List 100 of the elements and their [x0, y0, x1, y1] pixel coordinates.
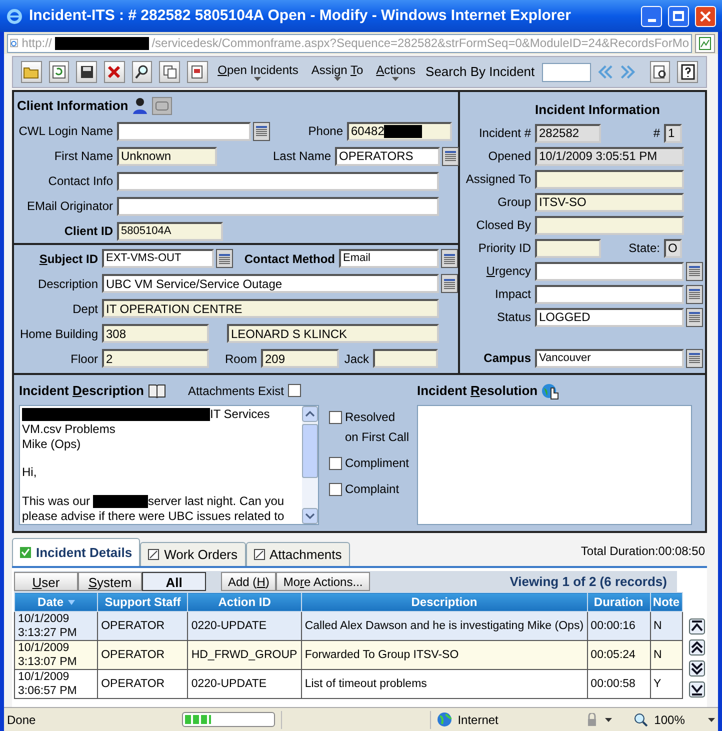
preview-icon[interactable]	[650, 61, 670, 83]
minimize-button[interactable]	[641, 6, 662, 26]
text-line: Hi,	[22, 465, 38, 480]
help-icon[interactable]	[677, 61, 698, 83]
action-button[interactable]: Add (H)	[221, 572, 276, 591]
save-icon[interactable]	[76, 61, 97, 83]
copy-icon[interactable]	[159, 61, 180, 83]
table-row[interactable]: 10/1/2009 3:06:57 PM OPERATOR 0220-UPDATE List of timeout problems 00:00:58 Y	[14, 670, 682, 698]
text-field[interactable]: IT OPERATION CENTRE	[102, 299, 439, 318]
menu-button[interactable]: Open Incidents	[214, 63, 302, 81]
checkbox[interactable]	[329, 457, 342, 470]
text-field[interactable]: ITSV-SO	[535, 192, 684, 212]
text-field[interactable]	[117, 172, 439, 190]
text-field[interactable]: Email	[339, 249, 439, 268]
lookup-button[interactable]	[442, 146, 459, 166]
text-field[interactable]: OPERATORS	[335, 146, 440, 166]
text-field[interactable]: 60482	[347, 122, 452, 140]
document-icon[interactable]	[186, 61, 208, 83]
text-line: please advise if there were UBC issues related to	[22, 508, 286, 524]
book-icon[interactable]	[148, 383, 166, 398]
lookup-button[interactable]	[253, 122, 270, 140]
text-field[interactable]	[373, 349, 438, 368]
text-field[interactable]	[117, 196, 439, 216]
globe-hand-icon[interactable]	[540, 382, 561, 400]
text-field[interactable]: 5805104A	[117, 222, 223, 240]
caret-icon	[254, 77, 262, 81]
last-page-icon[interactable]	[689, 681, 705, 698]
delete-icon[interactable]	[104, 61, 125, 83]
lookup-button[interactable]	[441, 274, 458, 293]
refresh-icon[interactable]	[48, 61, 70, 83]
person-icon[interactable]	[131, 96, 150, 115]
table-cell: 00:00:58	[587, 670, 650, 698]
folder-icon[interactable]	[21, 61, 42, 83]
text-field[interactable]: Vancouver	[535, 348, 684, 368]
column-header[interactable]: Support Staff	[98, 592, 188, 612]
action-button[interactable]: More Actions...	[276, 572, 370, 591]
text-field[interactable]: 10/1/2009 3:05:51 PM	[535, 146, 684, 166]
tab[interactable]: Incident Details	[12, 538, 140, 566]
text-field[interactable]: 209	[261, 349, 339, 368]
first-page-icon[interactable]	[689, 618, 705, 635]
table-row[interactable]: 10/1/2009 3:13:27 PM OPERATOR 0220-UPDATE Called Alex Dawson and he is investigating Mike (Ops) 00:00:16 N	[14, 612, 682, 640]
resolution-field[interactable]	[417, 404, 692, 524]
lookup-button[interactable]	[686, 262, 703, 280]
text-field[interactable]	[535, 238, 601, 258]
url-scheme: http://	[22, 35, 52, 52]
text-field[interactable]: 2	[102, 349, 209, 368]
next-page-icon[interactable]	[689, 660, 705, 677]
column-header[interactable]: Date	[14, 592, 98, 612]
text-field[interactable]: 308	[102, 324, 209, 343]
text-field[interactable]: LEONARD S KLINCK	[227, 324, 439, 343]
scroll-thumb[interactable]	[302, 424, 318, 478]
text-field[interactable]: UBC VM Service/Service Outage	[102, 274, 439, 293]
zoom-icon[interactable]	[634, 712, 648, 726]
text-field[interactable]: EXT-VMS-OUT	[102, 249, 214, 268]
text-field[interactable]	[535, 284, 684, 304]
text-field[interactable]	[535, 170, 684, 188]
lookup-button[interactable]	[441, 249, 458, 268]
scroll-down-icon[interactable]	[302, 508, 318, 524]
filter-button[interactable]: All	[142, 572, 206, 591]
filter-button[interactable]: System	[78, 572, 142, 591]
menu-button[interactable]: Assign To	[308, 63, 366, 81]
compatibility-button[interactable]	[695, 34, 715, 52]
text-field[interactable]: 1	[664, 124, 682, 142]
lookup-button[interactable]	[686, 284, 703, 304]
column-header[interactable]: Description	[301, 592, 588, 612]
table-cell: OPERATOR	[98, 670, 188, 698]
text-field[interactable]	[117, 122, 251, 140]
checkbox[interactable]	[329, 483, 342, 496]
lookup-button[interactable]	[686, 348, 703, 368]
column-header[interactable]: Note	[650, 592, 682, 612]
text-field[interactable]	[535, 216, 684, 234]
text-field[interactable]: LOGGED	[535, 308, 684, 326]
column-header[interactable]: Action ID	[188, 592, 302, 612]
caret-icon	[334, 77, 341, 81]
maximize-button[interactable]	[668, 6, 689, 26]
search-field[interactable]	[542, 62, 592, 82]
text-field[interactable]: Unknown	[117, 146, 217, 166]
menu-button[interactable]: Actions	[373, 63, 419, 81]
text-field[interactable]: 282582	[535, 124, 601, 142]
filter-button[interactable]: User	[14, 572, 78, 591]
checkbox[interactable]	[329, 411, 342, 424]
text-field[interactable]	[535, 262, 684, 280]
chart-page-icon	[699, 36, 711, 50]
scroll-up-icon[interactable]	[302, 406, 318, 422]
column-header[interactable]: Duration	[587, 592, 650, 612]
description-field[interactable]: IT Services VM.csv Problems Mike (Ops) Hi, This was our server last night. Can you please advise if there were UBC issues related to	[19, 404, 319, 524]
search-icon[interactable]	[132, 61, 152, 83]
caret-icon[interactable]	[605, 718, 612, 722]
lookup-button[interactable]	[686, 308, 703, 326]
text-field[interactable]: O	[664, 238, 682, 258]
field-label: Status	[496, 309, 532, 326]
caret-icon[interactable]	[708, 718, 715, 722]
close-button[interactable]	[695, 6, 716, 26]
tab[interactable]: Attachments	[246, 542, 350, 566]
previous-page-icon[interactable]	[689, 639, 705, 656]
checkbox[interactable]	[288, 384, 302, 398]
table-row[interactable]: 10/1/2009 3:13:07 PM OPERATOR HD_FRWD_GROUP Forwarded To Group ITSV-SO 00:05:24 N	[14, 640, 682, 670]
tab[interactable]: Work Orders	[140, 542, 246, 566]
scrollbar[interactable]	[302, 406, 318, 524]
lookup-button[interactable]	[216, 249, 233, 268]
